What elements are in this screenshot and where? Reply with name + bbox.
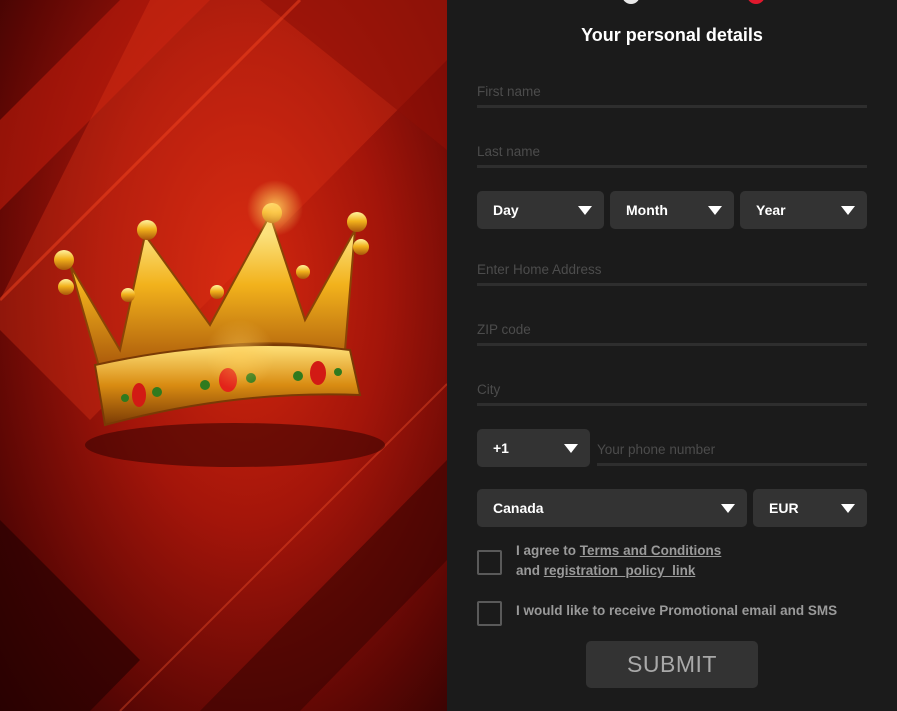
last-name-field[interactable] [477, 138, 867, 168]
submit-button[interactable]: SUBMIT [586, 641, 758, 688]
country-select[interactable]: Canada [477, 489, 747, 527]
promo-text: I would like to receive Promotional emai… [516, 603, 838, 618]
registration-panel: Your personal details Day Month Year +1 … [447, 0, 897, 711]
step-indicator [622, 0, 772, 4]
terms-prefix: I agree to [516, 543, 577, 558]
phone-code-select[interactable]: +1 [477, 429, 590, 467]
zip-field[interactable] [477, 316, 867, 346]
crown-illustration [0, 0, 447, 711]
address-input[interactable] [477, 256, 867, 283]
promo-row: I would like to receive Promotional emai… [477, 601, 837, 626]
promo-checkbox[interactable] [477, 601, 502, 626]
hero-image [0, 0, 447, 711]
currency-select[interactable]: EUR [753, 489, 867, 527]
year-select[interactable]: Year [740, 191, 867, 229]
chevron-down-icon [721, 504, 735, 513]
registration-policy-link[interactable]: registration_policy_link [544, 563, 696, 578]
month-select[interactable]: Month [610, 191, 734, 229]
day-select[interactable]: Day [477, 191, 604, 229]
country-select-label: Canada [493, 500, 544, 516]
zip-input[interactable] [477, 316, 867, 343]
chevron-down-icon [841, 504, 855, 513]
city-field[interactable] [477, 376, 867, 406]
first-name-field[interactable] [477, 78, 867, 108]
phone-input[interactable] [597, 436, 867, 463]
terms-text: I agree to Terms and Conditions and regi… [516, 541, 721, 581]
terms-middle: and [516, 563, 541, 578]
step-dot-active [747, 0, 765, 4]
chevron-down-icon [578, 206, 592, 215]
address-field[interactable] [477, 256, 867, 286]
chevron-down-icon [708, 206, 722, 215]
currency-select-label: EUR [769, 500, 799, 516]
month-select-label: Month [626, 202, 668, 218]
terms-checkbox[interactable] [477, 550, 502, 575]
chevron-down-icon [564, 444, 578, 453]
city-input[interactable] [477, 376, 867, 403]
year-select-label: Year [756, 202, 786, 218]
step-dot [622, 0, 640, 4]
phone-field[interactable] [597, 436, 867, 466]
terms-row: I agree to Terms and Conditions and regi… [477, 541, 721, 581]
phone-code-label: +1 [493, 440, 509, 456]
chevron-down-icon [841, 206, 855, 215]
first-name-input[interactable] [477, 78, 867, 105]
form-title: Your personal details [581, 25, 763, 45]
terms-link[interactable]: Terms and Conditions [580, 543, 722, 558]
day-select-label: Day [493, 202, 519, 218]
last-name-input[interactable] [477, 138, 867, 165]
